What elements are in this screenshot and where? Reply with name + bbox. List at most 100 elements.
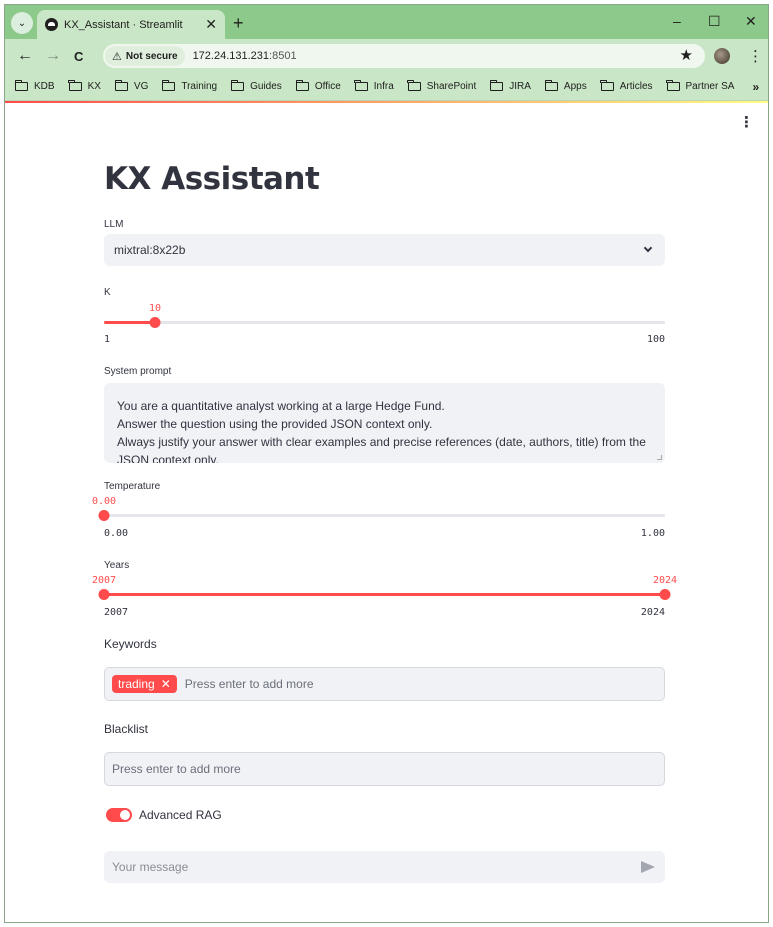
address-bar[interactable]: ⚠ Not secure 172.24.131.231:8501 ★ bbox=[103, 44, 705, 68]
keywords-input[interactable]: trading ✕ Press enter to add more bbox=[104, 667, 665, 701]
chevron-down-icon bbox=[643, 243, 653, 253]
temperature-slider-thumb[interactable] bbox=[98, 510, 110, 521]
bookmark-item[interactable]: SharePoint bbox=[407, 79, 477, 92]
security-label: Not secure bbox=[125, 50, 178, 62]
system-prompt-line: JSON context only. bbox=[117, 453, 219, 463]
close-window-button[interactable]: ✕ bbox=[745, 13, 757, 30]
remove-tag-icon[interactable]: ✕ bbox=[161, 677, 171, 691]
chat-input[interactable]: Your message bbox=[104, 851, 665, 883]
years-slider-fill bbox=[104, 593, 665, 596]
folder-icon bbox=[68, 79, 82, 91]
bookmark-item[interactable]: Articles bbox=[600, 79, 653, 92]
blacklist-label: Blacklist bbox=[104, 722, 149, 736]
bookmark-label: Office bbox=[314, 81, 341, 92]
system-prompt-line: You are a quantitative analyst working a… bbox=[117, 399, 445, 413]
folder-icon bbox=[14, 79, 28, 91]
system-prompt-line: Always justify your answer with clear ex… bbox=[117, 435, 646, 449]
temperature-slider-min: 0.00 bbox=[104, 528, 129, 539]
browser-window: ⌄ KX_Assistant · Streamlit ✕ + – ☐ ✕ ← →… bbox=[4, 4, 769, 923]
folder-icon bbox=[230, 79, 245, 91]
blacklist-input[interactable]: Press enter to add more bbox=[104, 752, 665, 786]
temperature-slider[interactable] bbox=[98, 510, 665, 521]
advanced-rag-toggle[interactable] bbox=[106, 808, 132, 822]
maximize-button[interactable]: ☐ bbox=[708, 13, 721, 30]
minimize-button[interactable]: – bbox=[673, 13, 681, 29]
folder-icon bbox=[407, 79, 421, 91]
llm-label: LLM bbox=[104, 219, 124, 230]
bookmark-label: KDB bbox=[34, 81, 55, 92]
bookmark-star-icon[interactable]: ★ bbox=[680, 46, 693, 64]
bookmark-label: Partner SA bbox=[685, 81, 735, 92]
years-slider-max: 2024 bbox=[640, 607, 665, 618]
years-slider-low-value: 2007 bbox=[91, 575, 117, 586]
blacklist-placeholder: Press enter to add more bbox=[112, 762, 241, 776]
new-tab-button[interactable]: + bbox=[233, 13, 244, 34]
page-title: KX Assistant bbox=[104, 161, 320, 197]
bookmark-item[interactable]: Apps bbox=[544, 79, 587, 92]
bookmark-item[interactable]: KX bbox=[68, 79, 101, 92]
bookmarks-bar: KDB KX VG Training Guides Office Infra SharePoi… bbox=[5, 73, 768, 101]
bookmark-item[interactable]: Training bbox=[162, 79, 218, 92]
llm-select[interactable]: mixtral:8x22b bbox=[104, 234, 665, 266]
back-button[interactable]: ← bbox=[17, 47, 33, 65]
temperature-label: Temperature bbox=[104, 481, 161, 492]
bookmark-label: JIRA bbox=[509, 81, 531, 92]
bookmark-label: Guides bbox=[250, 81, 282, 92]
reload-button[interactable]: C bbox=[74, 49, 83, 64]
chevron-down-icon: ⌄ bbox=[17, 17, 27, 29]
bookmark-item[interactable]: Partner SA bbox=[666, 79, 735, 92]
keyword-tag-label: trading bbox=[118, 677, 155, 691]
k-slider-value: 10 bbox=[148, 303, 162, 314]
bookmarks-overflow-icon[interactable]: » bbox=[752, 80, 759, 94]
browser-menu-icon[interactable]: ⋮ bbox=[748, 47, 763, 65]
resize-handle-icon[interactable] bbox=[657, 455, 662, 460]
security-chip[interactable]: ⚠ Not secure bbox=[105, 46, 185, 66]
folder-icon bbox=[666, 79, 680, 91]
advanced-rag-label: Advanced RAG bbox=[139, 808, 222, 822]
bookmark-item[interactable]: Infra bbox=[354, 79, 394, 92]
years-slider-high-value: 2024 bbox=[652, 575, 678, 586]
k-slider[interactable] bbox=[104, 317, 665, 328]
bookmark-item[interactable]: Office bbox=[295, 79, 341, 92]
bookmark-label: KX bbox=[87, 81, 101, 92]
bookmark-item[interactable]: KDB bbox=[14, 79, 55, 92]
folder-icon bbox=[600, 79, 614, 91]
bookmark-item[interactable]: VG bbox=[114, 79, 148, 92]
tab-search-button[interactable]: ⌄ bbox=[11, 12, 33, 34]
system-prompt-label: System prompt bbox=[104, 366, 172, 377]
keywords-label: Keywords bbox=[104, 637, 157, 651]
system-prompt-textarea[interactable]: You are a quantitative analyst working a… bbox=[104, 383, 665, 463]
streamlit-app: ⋮ KX Assistant LLM mixtral:8x22b K 10 1 … bbox=[5, 101, 768, 922]
bookmark-label: Training bbox=[181, 81, 218, 92]
toggle-knob bbox=[120, 810, 130, 820]
keyword-tag: trading ✕ bbox=[112, 675, 177, 693]
keywords-placeholder: Press enter to add more bbox=[184, 677, 314, 691]
browser-tab[interactable]: KX_Assistant · Streamlit ✕ bbox=[37, 10, 225, 39]
folder-icon bbox=[162, 79, 176, 91]
folder-icon bbox=[295, 79, 309, 91]
years-slider-low-thumb[interactable] bbox=[98, 589, 110, 600]
k-label: K bbox=[104, 287, 111, 298]
bookmark-label: Articles bbox=[619, 81, 653, 92]
bookmark-label: SharePoint bbox=[426, 81, 477, 92]
k-slider-thumb[interactable] bbox=[149, 317, 161, 328]
close-tab-icon[interactable]: ✕ bbox=[205, 16, 217, 33]
advanced-rag-toggle-row[interactable]: Advanced RAG bbox=[104, 808, 222, 822]
bookmark-label: Infra bbox=[373, 81, 394, 92]
temperature-slider-value: 0.00 bbox=[91, 496, 117, 507]
bookmark-label: Apps bbox=[563, 81, 587, 92]
app-menu-icon[interactable]: ⋮ bbox=[739, 113, 754, 131]
years-label: Years bbox=[104, 560, 130, 571]
system-prompt-line: Answer the question using the provided J… bbox=[117, 417, 433, 431]
send-icon[interactable] bbox=[641, 861, 655, 873]
bookmark-item[interactable]: JIRA bbox=[489, 79, 531, 92]
years-slider[interactable] bbox=[98, 589, 671, 600]
forward-button[interactable]: → bbox=[45, 47, 61, 65]
browser-toolbar: ← → C ⚠ Not secure 172.24.131.231:8501 ★… bbox=[5, 39, 768, 73]
k-slider-min: 1 bbox=[104, 334, 111, 345]
bookmark-item[interactable]: Guides bbox=[230, 79, 282, 92]
years-slider-high-thumb[interactable] bbox=[659, 589, 671, 600]
profile-avatar[interactable] bbox=[714, 48, 730, 64]
llm-select-value: mixtral:8x22b bbox=[114, 243, 186, 257]
streamlit-favicon-icon bbox=[45, 18, 58, 31]
